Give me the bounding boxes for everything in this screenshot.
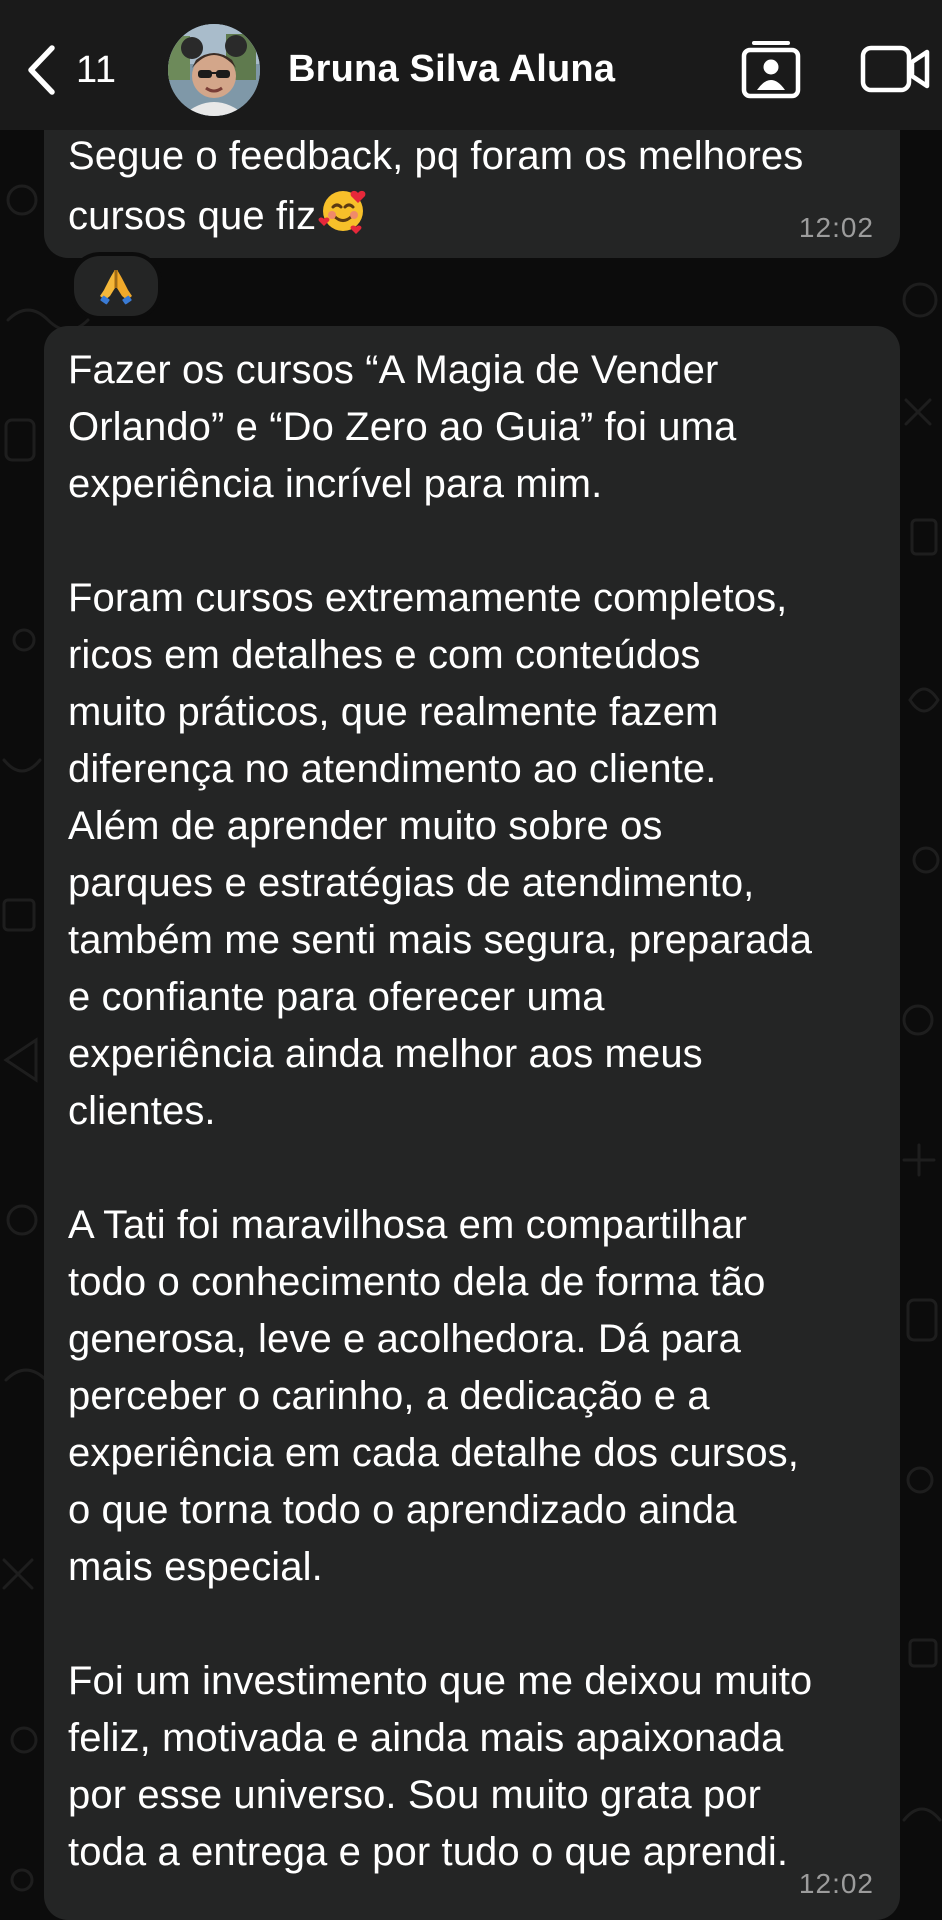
chevron-left-icon bbox=[28, 45, 55, 95]
message-text-wrap: Segue o feedback, pq foram os melhores c… bbox=[68, 128, 888, 251]
avatar[interactable] bbox=[168, 24, 260, 116]
message-text: Fazer os cursos “A Magia de Vender Orlan… bbox=[68, 348, 813, 1874]
avatar-photo bbox=[168, 24, 260, 116]
message-text: Segue o feedback, pq foram os melhores c… bbox=[68, 134, 804, 238]
folded-hands-icon bbox=[100, 270, 132, 305]
reaction-badge[interactable] bbox=[70, 252, 162, 320]
message-time: 12:02 bbox=[798, 212, 874, 243]
video-camera-icon bbox=[860, 45, 930, 93]
smiling-face-with-hearts-icon bbox=[318, 185, 368, 251]
contact-card-button[interactable] bbox=[740, 38, 802, 100]
chat-header: 11 Bruna Silva Aluna bbox=[0, 0, 942, 130]
message-bubble[interactable]: Fazer os cursos “A Magia de Vender Orlan… bbox=[44, 326, 900, 1920]
video-call-button[interactable] bbox=[860, 44, 930, 94]
message-bubble[interactable]: Segue o feedback, pq foram os melhores c… bbox=[44, 112, 900, 258]
back-button[interactable]: 11 bbox=[26, 38, 136, 102]
chat-screen: 11 Bruna Silva Aluna Segue o feedback, p… bbox=[0, 0, 942, 1920]
unread-count: 11 bbox=[76, 48, 117, 91]
contact-card-icon bbox=[741, 41, 801, 99]
message-time: 12:02 bbox=[798, 1868, 874, 1899]
contact-name[interactable]: Bruna Silva Aluna bbox=[288, 48, 615, 91]
